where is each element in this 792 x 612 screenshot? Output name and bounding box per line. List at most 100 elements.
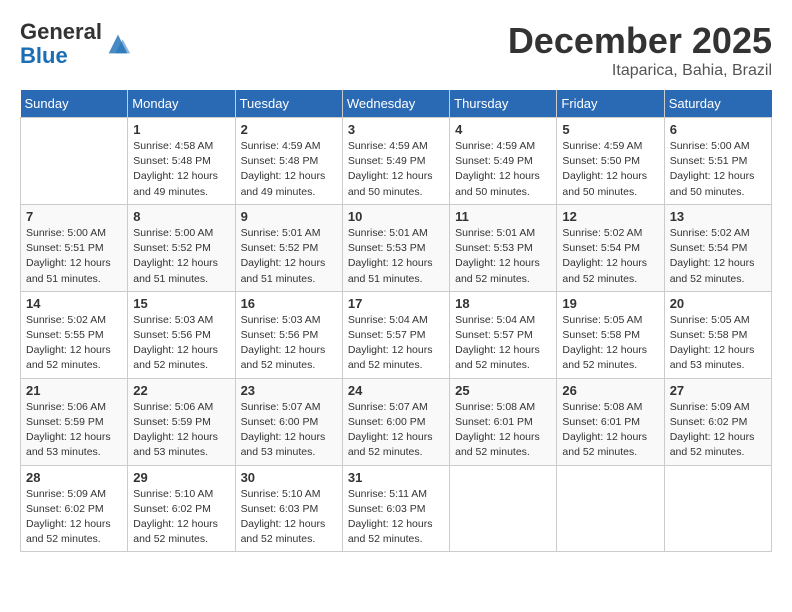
- week-row-4: 21Sunrise: 5:06 AMSunset: 5:59 PMDayligh…: [21, 378, 772, 465]
- day-number: 2: [241, 122, 337, 137]
- day-number: 25: [455, 383, 551, 398]
- calendar-cell: 14 Sunrise: 5:02 AMSunset: 5:55 PMDayligh…: [21, 291, 128, 378]
- day-number: 9: [241, 209, 337, 224]
- day-info: Sunrise: 4:59 AMSunset: 5:48 PMDaylight:…: [241, 139, 337, 200]
- header-row: SundayMondayTuesdayWednesdayThursdayFrid…: [21, 90, 772, 118]
- day-info: Sunrise: 5:06 AMSunset: 5:59 PMDaylight:…: [26, 400, 122, 461]
- calendar-cell: [21, 118, 128, 205]
- day-info: Sunrise: 4:59 AMSunset: 5:49 PMDaylight:…: [348, 139, 444, 200]
- col-header-sunday: Sunday: [21, 90, 128, 118]
- day-number: 26: [562, 383, 658, 398]
- location: Itaparica, Bahia, Brazil: [508, 62, 772, 80]
- day-info: Sunrise: 5:11 AMSunset: 6:03 PMDaylight:…: [348, 487, 444, 548]
- day-number: 14: [26, 296, 122, 311]
- calendar-cell: 6Sunrise: 5:00 AMSunset: 5:51 PMDaylight…: [664, 118, 771, 205]
- calendar-cell: 28 Sunrise: 5:09 AMSunset: 6:02 PMDayligh…: [21, 465, 128, 552]
- col-header-thursday: Thursday: [450, 90, 557, 118]
- day-number: 30: [241, 470, 337, 485]
- calendar-cell: 8 Sunrise: 5:00 AMSunset: 5:52 PMDaylight…: [128, 204, 235, 291]
- calendar-cell: 30 Sunrise: 5:10 AMSunset: 6:03 PMDayligh…: [235, 465, 342, 552]
- col-header-wednesday: Wednesday: [342, 90, 449, 118]
- day-info: Sunrise: 5:07 AMSunset: 6:00 PMDaylight:…: [348, 400, 444, 461]
- day-info: Sunrise: 5:05 AMSunset: 5:58 PMDaylight:…: [562, 313, 658, 374]
- calendar-cell: 16 Sunrise: 5:03 AMSunset: 5:56 PMDayligh…: [235, 291, 342, 378]
- day-number: 8: [133, 209, 229, 224]
- day-info: Sunrise: 5:02 AMSunset: 5:55 PMDaylight:…: [26, 313, 122, 374]
- calendar-cell: 24 Sunrise: 5:07 AMSunset: 6:00 PMDayligh…: [342, 378, 449, 465]
- week-row-2: 7 Sunrise: 5:00 AMSunset: 5:51 PMDaylight…: [21, 204, 772, 291]
- day-info: Sunrise: 5:04 AMSunset: 5:57 PMDaylight:…: [348, 313, 444, 374]
- calendar-table: SundayMondayTuesdayWednesdayThursdayFrid…: [20, 90, 772, 552]
- day-number: 23: [241, 383, 337, 398]
- day-number: 10: [348, 209, 444, 224]
- day-number: 13: [670, 209, 766, 224]
- day-info: Sunrise: 5:10 AMSunset: 6:03 PMDaylight:…: [241, 487, 337, 548]
- day-number: 1: [133, 122, 229, 137]
- day-number: 6: [670, 122, 766, 137]
- calendar-cell: 22Sunrise: 5:06 AMSunset: 5:59 PMDayligh…: [128, 378, 235, 465]
- calendar-cell: [664, 465, 771, 552]
- week-row-1: 1 Sunrise: 4:58 AMSunset: 5:48 PMDaylight…: [21, 118, 772, 205]
- day-number: 19: [562, 296, 658, 311]
- calendar-cell: 18 Sunrise: 5:04 AMSunset: 5:57 PMDayligh…: [450, 291, 557, 378]
- calendar-cell: 20 Sunrise: 5:05 AMSunset: 5:58 PMDayligh…: [664, 291, 771, 378]
- day-info: Sunrise: 4:59 AMSunset: 5:49 PMDaylight:…: [455, 139, 551, 200]
- page-header: General Blue December 2025 Itaparica, Ba…: [20, 20, 772, 80]
- day-info: Sunrise: 5:05 AMSunset: 5:58 PMDaylight:…: [670, 313, 766, 374]
- calendar-cell: 7 Sunrise: 5:00 AMSunset: 5:51 PMDaylight…: [21, 204, 128, 291]
- day-number: 3: [348, 122, 444, 137]
- calendar-cell: 29 Sunrise: 5:10 AMSunset: 6:02 PMDayligh…: [128, 465, 235, 552]
- day-info: Sunrise: 5:04 AMSunset: 5:57 PMDaylight:…: [455, 313, 551, 374]
- day-info: Sunrise: 5:08 AMSunset: 6:01 PMDaylight:…: [455, 400, 551, 461]
- col-header-saturday: Saturday: [664, 90, 771, 118]
- day-info: Sunrise: 4:59 AMSunset: 5:50 PMDaylight:…: [562, 139, 658, 200]
- logo: General Blue: [20, 20, 132, 68]
- week-row-5: 28 Sunrise: 5:09 AMSunset: 6:02 PMDayligh…: [21, 465, 772, 552]
- week-row-3: 14 Sunrise: 5:02 AMSunset: 5:55 PMDayligh…: [21, 291, 772, 378]
- calendar-cell: 25 Sunrise: 5:08 AMSunset: 6:01 PMDayligh…: [450, 378, 557, 465]
- day-info: Sunrise: 5:09 AMSunset: 6:02 PMDaylight:…: [670, 400, 766, 461]
- calendar-cell: 11 Sunrise: 5:01 AMSunset: 5:53 PMDayligh…: [450, 204, 557, 291]
- calendar-cell: [450, 465, 557, 552]
- calendar-cell: 21Sunrise: 5:06 AMSunset: 5:59 PMDayligh…: [21, 378, 128, 465]
- col-header-monday: Monday: [128, 90, 235, 118]
- col-header-tuesday: Tuesday: [235, 90, 342, 118]
- day-number: 18: [455, 296, 551, 311]
- calendar-cell: 4 Sunrise: 4:59 AMSunset: 5:49 PMDaylight…: [450, 118, 557, 205]
- day-number: 20: [670, 296, 766, 311]
- calendar-cell: 31Sunrise: 5:11 AMSunset: 6:03 PMDayligh…: [342, 465, 449, 552]
- day-info: Sunrise: 5:00 AMSunset: 5:52 PMDaylight:…: [133, 226, 229, 287]
- month-title: December 2025: [508, 20, 772, 62]
- day-info: Sunrise: 5:00 AMSunset: 5:51 PMDaylight:…: [26, 226, 122, 287]
- day-info: Sunrise: 5:09 AMSunset: 6:02 PMDaylight:…: [26, 487, 122, 548]
- day-info: Sunrise: 5:10 AMSunset: 6:02 PMDaylight:…: [133, 487, 229, 548]
- calendar-cell: 2 Sunrise: 4:59 AMSunset: 5:48 PMDaylight…: [235, 118, 342, 205]
- day-number: 11: [455, 209, 551, 224]
- day-number: 29: [133, 470, 229, 485]
- calendar-cell: 5Sunrise: 4:59 AMSunset: 5:50 PMDaylight…: [557, 118, 664, 205]
- calendar-cell: [557, 465, 664, 552]
- logo-general-text: General: [20, 19, 102, 44]
- day-info: Sunrise: 5:01 AMSunset: 5:53 PMDaylight:…: [455, 226, 551, 287]
- day-number: 7: [26, 209, 122, 224]
- calendar-cell: 26 Sunrise: 5:08 AMSunset: 6:01 PMDayligh…: [557, 378, 664, 465]
- title-block: December 2025 Itaparica, Bahia, Brazil: [508, 20, 772, 80]
- day-info: Sunrise: 5:03 AMSunset: 5:56 PMDaylight:…: [241, 313, 337, 374]
- calendar-cell: 9Sunrise: 5:01 AMSunset: 5:52 PMDaylight…: [235, 204, 342, 291]
- calendar-cell: 15Sunrise: 5:03 AMSunset: 5:56 PMDayligh…: [128, 291, 235, 378]
- day-number: 28: [26, 470, 122, 485]
- day-number: 4: [455, 122, 551, 137]
- day-number: 15: [133, 296, 229, 311]
- day-number: 24: [348, 383, 444, 398]
- day-info: Sunrise: 4:58 AMSunset: 5:48 PMDaylight:…: [133, 139, 229, 200]
- day-info: Sunrise: 5:08 AMSunset: 6:01 PMDaylight:…: [562, 400, 658, 461]
- day-info: Sunrise: 5:02 AMSunset: 5:54 PMDaylight:…: [670, 226, 766, 287]
- col-header-friday: Friday: [557, 90, 664, 118]
- day-info: Sunrise: 5:01 AMSunset: 5:53 PMDaylight:…: [348, 226, 444, 287]
- calendar-cell: 23Sunrise: 5:07 AMSunset: 6:00 PMDayligh…: [235, 378, 342, 465]
- day-number: 16: [241, 296, 337, 311]
- calendar-cell: 12Sunrise: 5:02 AMSunset: 5:54 PMDayligh…: [557, 204, 664, 291]
- day-number: 27: [670, 383, 766, 398]
- day-info: Sunrise: 5:06 AMSunset: 5:59 PMDaylight:…: [133, 400, 229, 461]
- calendar-cell: 1 Sunrise: 4:58 AMSunset: 5:48 PMDaylight…: [128, 118, 235, 205]
